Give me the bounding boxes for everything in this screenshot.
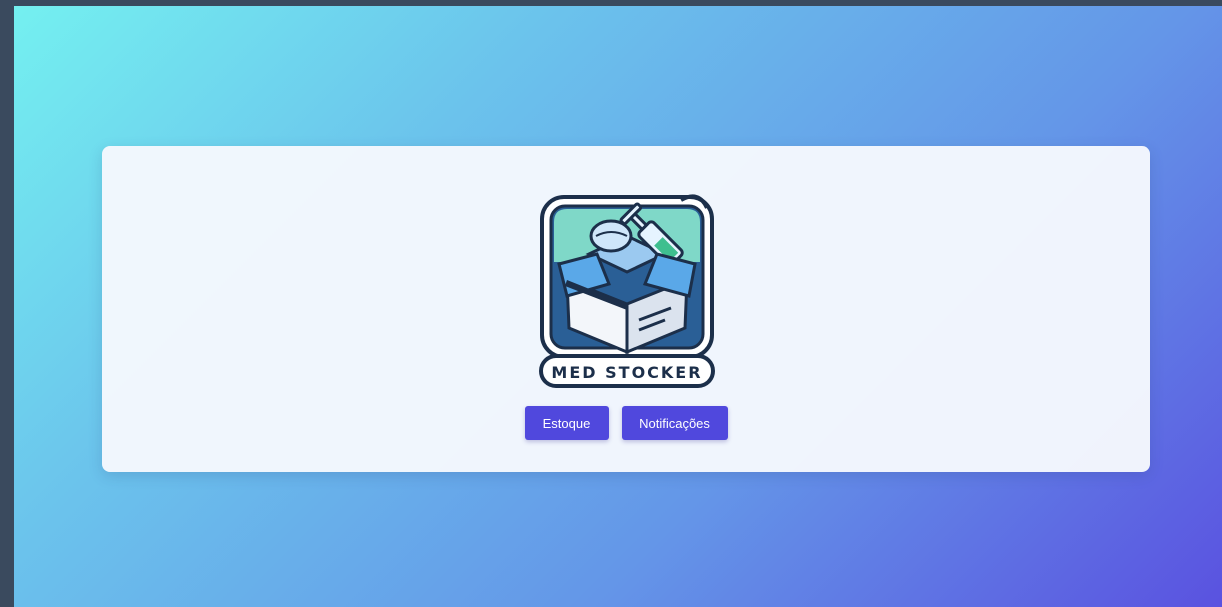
notificacoes-button[interactable]: Notificações xyxy=(621,406,728,440)
med-stocker-logo: MED STOCKER xyxy=(539,194,715,388)
action-buttons: Estoque Notificações xyxy=(102,406,1150,440)
app-background: MED STOCKER Estoque Notificações xyxy=(14,6,1222,607)
home-card: MED STOCKER Estoque Notificações xyxy=(102,146,1150,472)
logo-wordmark: MED STOCKER xyxy=(551,363,702,382)
estoque-button[interactable]: Estoque xyxy=(524,406,609,440)
